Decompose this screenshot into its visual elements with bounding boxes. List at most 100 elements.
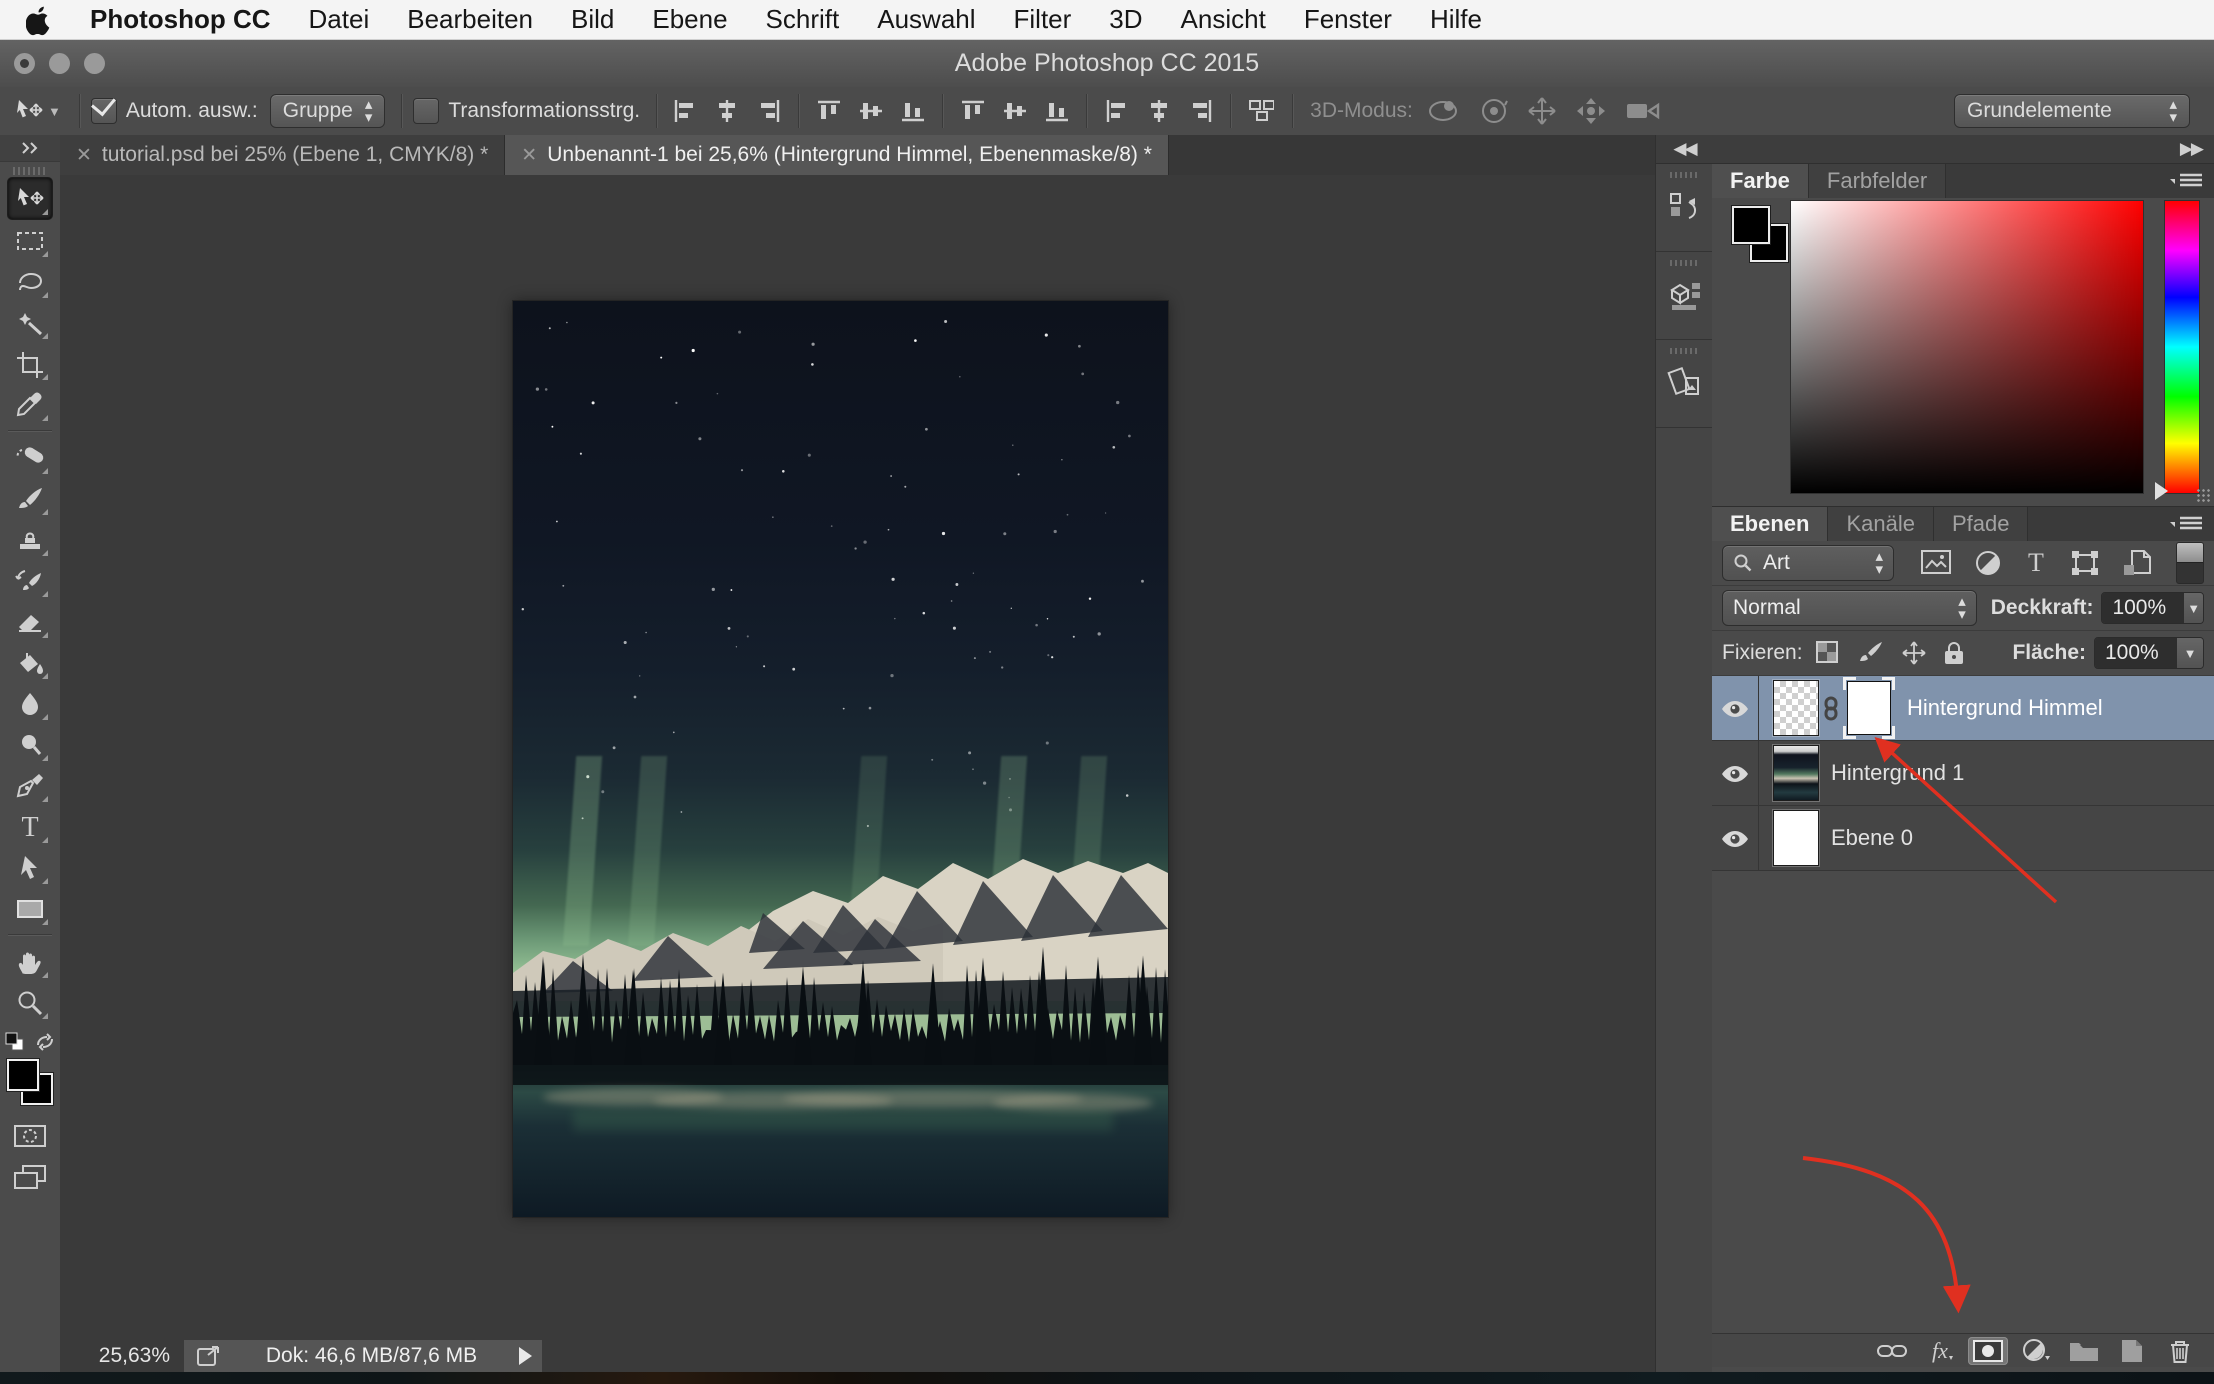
shape-layer-filter-button[interactable] [2070, 549, 2100, 577]
brush-tool[interactable] [8, 478, 52, 519]
3d-slide-button[interactable] [1575, 96, 1607, 126]
path-select-tool[interactable] [8, 847, 52, 888]
hue-slider-icon[interactable] [2155, 482, 2168, 500]
smart-object-filter-button[interactable] [2122, 549, 2152, 577]
toolbox-collapse-button[interactable] [0, 135, 60, 162]
dist-hcenter-button[interactable] [1142, 94, 1176, 128]
canvas-area[interactable] [60, 175, 1655, 1340]
delete-layer-trash-button[interactable] [2160, 1337, 2200, 1365]
marquee-tool[interactable] [8, 220, 52, 261]
filter-toggle-switch[interactable] [2176, 542, 2204, 584]
zoom-level[interactable]: 25,63% [60, 1344, 170, 1368]
menu-item-filter[interactable]: Filter [1014, 4, 1072, 35]
default-colors-icon[interactable] [4, 1031, 26, 1053]
pixel-layer-filter-button[interactable] [1920, 549, 1952, 577]
align-top-button[interactable] [812, 94, 846, 128]
add-layer-mask-button[interactable] [1968, 1337, 2008, 1365]
new-adjustment-layer-button[interactable] [2016, 1337, 2056, 1365]
color-tab-farbfelder[interactable]: Farbfelder [1809, 164, 1946, 198]
3d-roll-button[interactable] [1479, 97, 1509, 125]
clone-stamp-tool[interactable] [8, 519, 52, 560]
3d-panel-button[interactable] [1656, 252, 1713, 340]
healing-brush-tool[interactable] [8, 437, 52, 478]
eraser-tool[interactable] [8, 601, 52, 642]
layers-tab-ebenen[interactable]: Ebenen [1712, 507, 1828, 541]
libraries-panel-button[interactable] [1656, 340, 1713, 428]
dist-bottom-button[interactable] [1040, 94, 1074, 128]
preset-dropdown-arrow-icon[interactable]: ▼ [48, 104, 61, 119]
panel-menu-icon[interactable] [2168, 515, 2204, 533]
close-tab-icon[interactable]: ✕ [521, 144, 537, 167]
type-tool[interactable]: T [8, 806, 52, 847]
hue-ramp[interactable] [2164, 200, 2200, 494]
paint-bucket-tool[interactable] [8, 642, 52, 683]
collapse-dock-button[interactable]: ▶▶ [1712, 135, 2214, 164]
menu-item-3d[interactable]: 3D [1109, 4, 1142, 35]
link-layers-button[interactable] [1872, 1337, 1912, 1365]
align-vcenter-button[interactable] [854, 94, 888, 128]
align-left-button[interactable] [668, 94, 702, 128]
share-icon[interactable] [196, 1343, 224, 1369]
new-layer-button[interactable] [2112, 1337, 2152, 1365]
quick-mask-button[interactable] [8, 1115, 52, 1156]
document-image[interactable] [513, 301, 1168, 1217]
zoom-tool[interactable] [8, 982, 52, 1023]
swap-colors-icon[interactable] [34, 1033, 56, 1051]
menu-item-hilfe[interactable]: Hilfe [1430, 4, 1482, 35]
menu-item-bild[interactable]: Bild [571, 4, 614, 35]
status-options-arrow-icon[interactable] [519, 1347, 532, 1365]
auto-align-button[interactable] [1244, 94, 1278, 128]
blur-tool[interactable] [8, 683, 52, 724]
document-size-info[interactable]: Dok: 46,6 MB/87,6 MB [224, 1344, 519, 1368]
dist-right-button[interactable] [1184, 94, 1218, 128]
align-bottom-button[interactable] [896, 94, 930, 128]
layers-tab-pfade[interactable]: Pfade [1934, 507, 2029, 541]
layer-thumbnail[interactable] [1773, 745, 1819, 801]
menu-item-schrift[interactable]: Schrift [766, 4, 840, 35]
history-brush-tool[interactable] [8, 560, 52, 601]
layers-tab-kanäle[interactable]: Kanäle [1828, 507, 1934, 541]
lock-all-button[interactable] [1943, 640, 1965, 666]
dist-vcenter-button[interactable] [998, 94, 1032, 128]
menu-item-photoshop-cc[interactable]: Photoshop CC [90, 4, 271, 35]
lock-transparency-button[interactable] [1815, 640, 1841, 666]
layer-name[interactable]: Hintergrund 1 [1831, 760, 1964, 786]
shape-tool[interactable] [8, 888, 52, 929]
3d-camera-button[interactable] [1625, 99, 1661, 123]
layer-row[interactable]: Hintergrund Himmel [1712, 676, 2214, 741]
adjustment-layer-filter-button[interactable] [1974, 549, 2002, 577]
crop-tool[interactable] [8, 343, 52, 384]
magic-wand-tool[interactable] [8, 302, 52, 343]
apple-icon[interactable] [26, 4, 52, 36]
hand-tool[interactable] [8, 941, 52, 982]
pen-tool[interactable] [8, 765, 52, 806]
foreground-color-swatch[interactable] [1732, 206, 1770, 244]
document-tab[interactable]: ✕Unbenannt-1 bei 25,6% (Hintergrund Himm… [505, 135, 1169, 175]
color-tab-farbe[interactable]: Farbe [1712, 164, 1809, 198]
toolbox-grip[interactable] [13, 167, 47, 175]
screen-mode-button[interactable] [8, 1156, 52, 1197]
opacity-field[interactable]: 100% ▼ [2101, 592, 2204, 624]
align-right-button[interactable] [752, 94, 786, 128]
move-tool[interactable] [7, 177, 53, 220]
panel-resize-grip[interactable] [2196, 488, 2212, 504]
layer-row[interactable]: Hintergrund 1 [1712, 741, 2214, 806]
layer-name[interactable]: Ebene 0 [1831, 825, 1913, 851]
auto-select-scope-dropdown[interactable]: Gruppe ▴▾ [270, 94, 386, 128]
saturation-brightness-field[interactable] [1790, 200, 2144, 494]
menu-item-ebene[interactable]: Ebene [652, 4, 727, 35]
dist-left-button[interactable] [1100, 94, 1134, 128]
layer-name[interactable]: Hintergrund Himmel [1907, 695, 2103, 721]
blend-mode-dropdown[interactable]: Normal ▴▾ [1722, 590, 1977, 626]
menu-item-datei[interactable]: Datei [309, 4, 370, 35]
workspace-switcher-dropdown[interactable]: Grundelemente ▴▾ [1954, 94, 2190, 128]
panel-menu-icon[interactable] [2168, 172, 2204, 190]
layer-visibility-toggle[interactable] [1712, 676, 1759, 740]
layer-mask-thumbnail[interactable] [1843, 677, 1895, 739]
expand-panels-button[interactable]: ◀◀ [1656, 135, 1713, 164]
layer-visibility-toggle[interactable] [1712, 741, 1759, 805]
foreground-color-swatch[interactable] [7, 1059, 39, 1091]
move-tool-preset-icon[interactable] [14, 97, 44, 125]
layer-row[interactable]: Ebene 0 [1712, 806, 2214, 871]
lock-position-button[interactable] [1901, 640, 1927, 666]
